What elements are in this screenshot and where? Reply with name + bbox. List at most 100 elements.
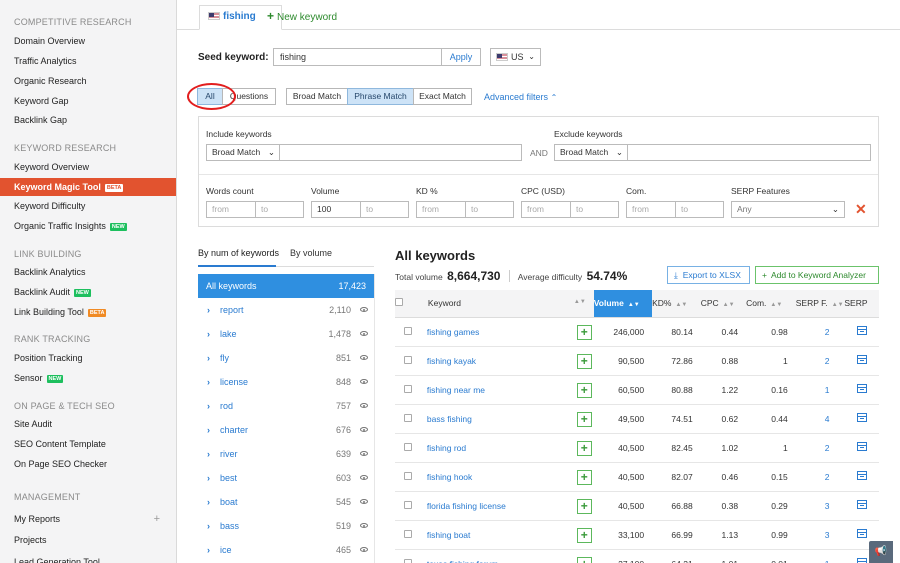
add-keyword-icon[interactable]: + — [577, 470, 592, 485]
export-xlsx-button[interactable]: ⤓Export to XLSX — [667, 266, 750, 284]
kd-from-input[interactable]: from — [416, 201, 466, 218]
com-from-input[interactable]: from — [626, 201, 676, 218]
row-checkbox[interactable] — [404, 356, 412, 364]
serp-snapshot-icon[interactable] — [857, 558, 867, 563]
sidebar-item-backlink-audit[interactable]: Backlink AuditNEW — [0, 283, 176, 301]
database-select[interactable]: US ⌄ — [490, 48, 541, 66]
exclude-keywords-input[interactable] — [627, 144, 871, 161]
serp-features-link[interactable]: 4 — [825, 414, 830, 424]
exclude-match-select[interactable]: Broad Match⌄ — [554, 144, 628, 161]
add-to-keyword-analyzer-button[interactable]: +Add to Keyword Analyzer — [755, 266, 879, 284]
feedback-megaphone-icon[interactable]: 📢 — [869, 541, 893, 563]
sidebar-item-organic-research[interactable]: Organic Research — [0, 72, 176, 90]
serp-features-link[interactable]: 2 — [825, 443, 830, 453]
serp-features-link[interactable]: 2 — [825, 472, 830, 482]
keyword-link[interactable]: fishing games — [427, 327, 479, 337]
sidebar-item-site-audit[interactable]: Site Audit — [0, 415, 176, 433]
sidebar-item-keyword-magic-tool[interactable]: Keyword Magic ToolBETA — [0, 178, 176, 196]
add-keyword-icon[interactable]: + — [577, 557, 592, 563]
include-keywords-input[interactable] — [279, 144, 522, 161]
keyword-link[interactable]: texas fishing forum — [427, 559, 498, 563]
serp-features-link[interactable]: 2 — [825, 356, 830, 366]
eye-icon[interactable] — [360, 451, 368, 456]
sidebar-item-lead-generation-tool[interactable]: Lead Generation Tool — [0, 553, 176, 563]
add-report-icon[interactable]: + — [154, 510, 160, 528]
volume-from-input[interactable]: 100 — [311, 201, 361, 218]
tab-by-volume[interactable]: By volume — [290, 248, 332, 258]
keyword-link[interactable]: florida fishing license — [427, 501, 506, 511]
row-checkbox[interactable] — [404, 385, 412, 393]
serp-features-link[interactable]: 1 — [825, 559, 830, 563]
serp-snapshot-icon[interactable] — [857, 442, 867, 451]
keyword-group-item[interactable]: ›bass519 — [198, 514, 374, 538]
serp-snapshot-icon[interactable] — [857, 355, 867, 364]
serp-snapshot-icon[interactable] — [857, 413, 867, 422]
cpc-to-input[interactable]: to — [570, 201, 619, 218]
serp-snapshot-icon[interactable] — [857, 326, 867, 335]
phrase-match-button[interactable]: Phrase Match — [347, 88, 414, 105]
row-checkbox[interactable] — [404, 443, 412, 451]
sidebar-item-projects[interactable]: Projects — [0, 531, 176, 549]
serp-snapshot-icon[interactable] — [857, 471, 867, 480]
apply-button[interactable]: Apply — [441, 48, 481, 66]
keyword-link[interactable]: fishing hook — [427, 472, 472, 482]
keyword-link[interactable]: bass fishing — [427, 414, 472, 424]
eye-icon[interactable] — [360, 547, 368, 552]
row-checkbox[interactable] — [404, 559, 412, 563]
row-checkbox[interactable] — [404, 501, 412, 509]
exact-match-button[interactable]: Exact Match — [413, 88, 472, 105]
sidebar-item-link-building-tool[interactable]: Link Building ToolBETA — [0, 303, 176, 321]
eye-icon[interactable] — [360, 307, 368, 312]
sidebar-item-keyword-difficulty[interactable]: Keyword Difficulty — [0, 197, 176, 215]
keyword-group-item[interactable]: ›lake1,478 — [198, 322, 374, 346]
keyword-group-item[interactable]: ›ice465 — [198, 538, 374, 562]
add-keyword-icon[interactable]: + — [577, 412, 592, 427]
kd-to-input[interactable]: to — [465, 201, 514, 218]
eye-icon[interactable] — [360, 475, 368, 480]
all-keywords-group[interactable]: All keywords 17,423 — [198, 274, 374, 298]
chevron-right-icon[interactable]: › — [207, 442, 210, 466]
keyword-group-item[interactable]: ›fly851 — [198, 346, 374, 370]
volume-to-input[interactable]: to — [360, 201, 409, 218]
add-keyword-icon[interactable]: + — [577, 383, 592, 398]
select-all-checkbox[interactable] — [395, 298, 403, 306]
row-checkbox[interactable] — [404, 414, 412, 422]
keyword-link[interactable]: fishing rod — [427, 443, 466, 453]
keyword-link[interactable]: fishing boat — [427, 530, 470, 540]
chevron-right-icon[interactable]: › — [207, 418, 210, 442]
volume-column-header[interactable]: Volume▲▼ — [594, 290, 652, 317]
keyword-group-item[interactable]: ›river639 — [198, 442, 374, 466]
serp-snapshot-icon[interactable] — [857, 529, 867, 538]
words-to-input[interactable]: to — [255, 201, 304, 218]
serp-features-select[interactable]: Any⌄ — [731, 201, 845, 218]
eye-icon[interactable] — [360, 403, 368, 408]
include-match-select[interactable]: Broad Match⌄ — [206, 144, 280, 161]
tab-by-num-keywords[interactable]: By num of keywords — [198, 248, 279, 258]
keyword-link[interactable]: fishing kayak — [427, 356, 476, 366]
row-checkbox[interactable] — [404, 327, 412, 335]
serp-snapshot-icon[interactable] — [857, 384, 867, 393]
eye-icon[interactable] — [360, 499, 368, 504]
advanced-filters-link[interactable]: Advanced filters ⌃ — [484, 92, 557, 102]
keyword-group-item[interactable]: ›charter676 — [198, 418, 374, 442]
com-to-input[interactable]: to — [675, 201, 724, 218]
sidebar-item-traffic-analytics[interactable]: Traffic Analytics — [0, 52, 176, 70]
row-checkbox[interactable] — [404, 472, 412, 480]
serp-features-column-header[interactable]: SERP F.▲▼ — [796, 290, 845, 317]
sidebar-item-backlink-gap[interactable]: Backlink Gap — [0, 111, 176, 129]
broad-match-button[interactable]: Broad Match — [286, 88, 348, 105]
keyword-column-header[interactable]: Keyword▲▼ — [421, 290, 594, 317]
keyword-link[interactable]: fishing near me — [427, 385, 485, 395]
sidebar-item-domain-overview[interactable]: Domain Overview — [0, 32, 176, 50]
chevron-right-icon[interactable]: › — [207, 322, 210, 346]
chevron-right-icon[interactable]: › — [207, 538, 210, 562]
keyword-group-item[interactable]: ›rod757 — [198, 394, 374, 418]
add-keyword-icon[interactable]: + — [577, 499, 592, 514]
words-from-input[interactable]: from — [206, 201, 256, 218]
cpc-from-input[interactable]: from — [521, 201, 571, 218]
serp-features-link[interactable]: 2 — [825, 327, 830, 337]
sidebar-item-seo-content-template[interactable]: SEO Content Template — [0, 435, 176, 453]
sidebar-item-backlink-analytics[interactable]: Backlink Analytics — [0, 263, 176, 281]
keyword-group-item[interactable]: ›best603 — [198, 466, 374, 490]
serp-snapshot-icon[interactable] — [857, 500, 867, 509]
